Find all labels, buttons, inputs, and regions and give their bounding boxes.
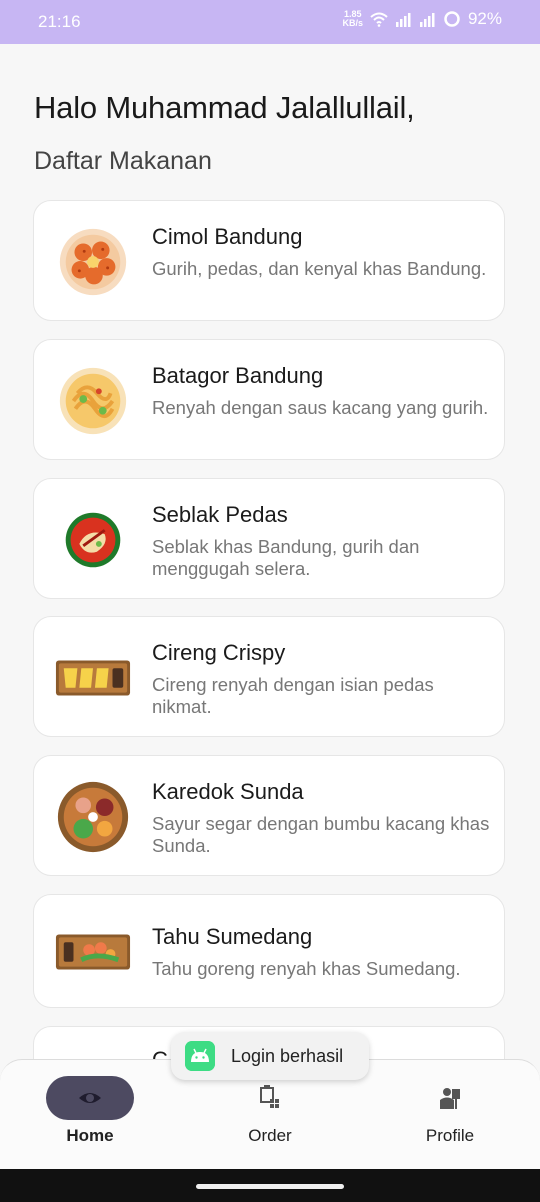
food-name: Tahu Sumedang xyxy=(152,924,313,949)
food-desc: Cireng renyah dengan isian pedas nikmat. xyxy=(152,674,434,717)
food-name: Karedok Sunda xyxy=(152,779,304,804)
section-title: Daftar Makanan xyxy=(34,147,212,175)
status-time: 21:16 xyxy=(38,12,81,31)
food-card-tahu[interactable]: Tahu Sumedang Tahu goreng renyah khas Su… xyxy=(33,894,505,1008)
nav-profile-label: Profile xyxy=(425,1126,475,1145)
seblak-icon xyxy=(65,512,121,568)
order-icon xyxy=(260,1085,279,1108)
nav-profile[interactable]: Profile xyxy=(360,1060,540,1170)
food-name: Cireng Crispy xyxy=(152,640,286,665)
food-desc: Tahu goreng renyah khas Sumedang. xyxy=(152,958,461,979)
status-bar: 21:16 1.85 KB/s 92% xyxy=(0,0,540,44)
food-desc: Sayur segar dengan bumbu kacang khas Sun… xyxy=(152,813,490,856)
cireng-icon xyxy=(55,660,131,696)
eye-icon xyxy=(79,1093,101,1103)
signal-icon xyxy=(419,13,435,27)
system-navigation-bar xyxy=(0,1169,540,1202)
food-card-seblak[interactable]: Seblak Pedas Seblak khas Bandung, gurih … xyxy=(33,478,505,599)
karedok-icon xyxy=(57,781,129,853)
android-icon xyxy=(185,1041,215,1071)
food-name: Batagor Bandung xyxy=(152,363,324,388)
food-name: Seblak Pedas xyxy=(152,502,288,527)
food-card-karedok[interactable]: Karedok Sunda Sayur segar dengan bumbu k… xyxy=(33,755,505,876)
food-card-cimol[interactable]: Cimol Bandung Gurih, pedas, dan kenyal k… xyxy=(33,200,505,321)
home-indicator[interactable] xyxy=(196,1184,344,1189)
network-speed: 1.85 KB/s xyxy=(342,10,363,28)
tahu-icon xyxy=(55,934,131,970)
toast-login-success: Login berhasil xyxy=(171,1032,369,1080)
food-desc: Gurih, pedas, dan kenyal khas Bandung. xyxy=(152,258,487,279)
network-speed-unit: KB/s xyxy=(342,18,363,28)
cimol-icon xyxy=(59,228,127,296)
battery-percent: 92% xyxy=(467,9,502,28)
food-desc: Seblak khas Bandung, gurih dan menggugah… xyxy=(152,536,420,579)
profile-icon xyxy=(440,1088,460,1109)
toast-text: Login berhasil xyxy=(231,1046,344,1066)
battery-ring-icon xyxy=(444,11,460,27)
signal-icon xyxy=(395,13,411,27)
status-icons: 1.85 KB/s 92% xyxy=(342,9,502,29)
food-card-batagor[interactable]: Batagor Bandung Renyah dengan saus kacan… xyxy=(33,339,505,460)
batagor-icon xyxy=(59,367,127,435)
wifi-icon xyxy=(370,12,388,27)
nav-home[interactable]: Home xyxy=(0,1060,180,1170)
food-card-cireng[interactable]: Cireng Crispy Cireng renyah dengan isian… xyxy=(33,616,505,737)
nav-home-label: Home xyxy=(66,1126,114,1145)
food-name: Cimol Bandung xyxy=(152,224,303,249)
nav-order-label: Order xyxy=(248,1126,292,1145)
food-desc: Renyah dengan saus kacang yang gurih. xyxy=(152,397,489,418)
greeting-title: Halo Muhammad Jalallullail, xyxy=(34,90,415,125)
